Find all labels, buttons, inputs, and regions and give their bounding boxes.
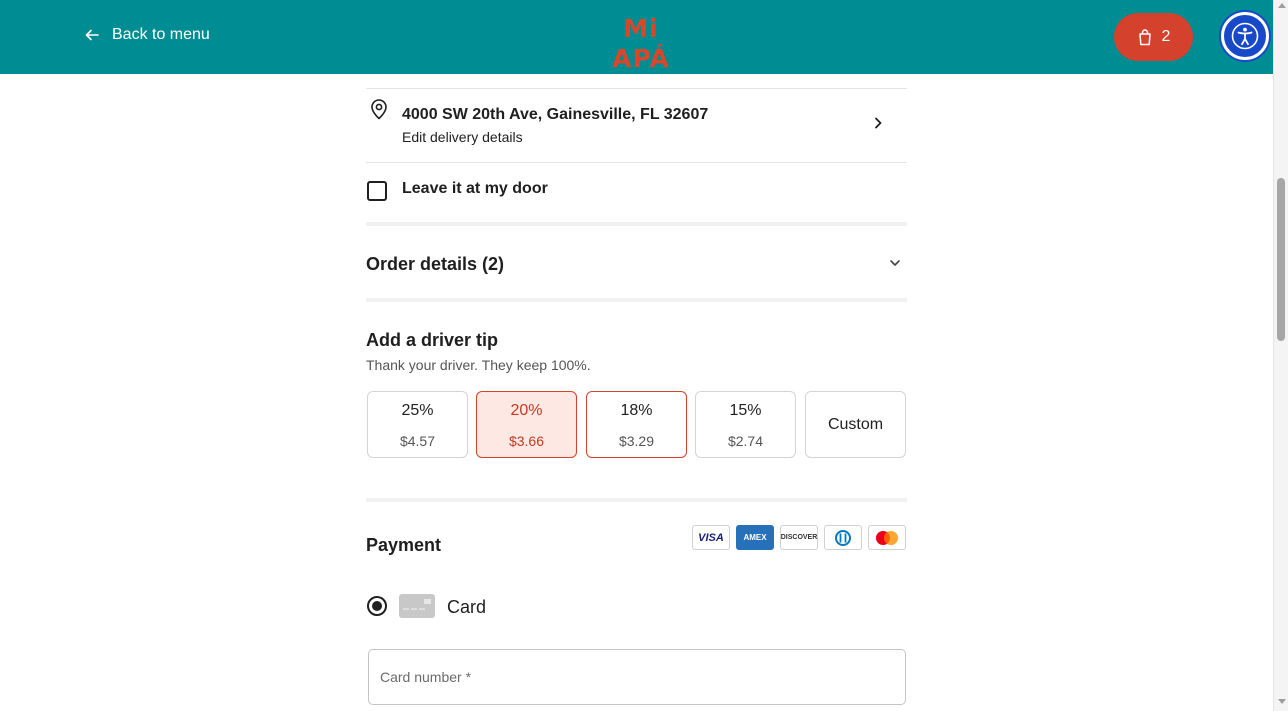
tip-percent: 18% [620, 402, 653, 419]
section-divider [366, 498, 907, 502]
payment-title: Payment [366, 535, 442, 555]
tip-option-custom[interactable]: Custom [805, 391, 906, 458]
cart-count: 2 [1161, 28, 1171, 45]
restaurant-logo[interactable]: Mi APÁ Latin CAFE [598, 14, 684, 84]
card-payment-label[interactable]: Card [447, 597, 486, 618]
tip-option-15[interactable]: 15% $2.74 [695, 391, 796, 458]
page-scrollbar[interactable] [1273, 0, 1288, 711]
tip-amount: $4.57 [399, 433, 436, 449]
scroll-down-arrow[interactable] [1278, 699, 1286, 704]
tip-custom-label: Custom [827, 416, 884, 433]
edit-delivery-details[interactable]: Edit delivery details [402, 129, 523, 145]
location-pin-icon [371, 99, 387, 120]
visa-logo: VISA [692, 525, 730, 550]
accepted-cards: VISA AMEX DISCOVER [692, 525, 906, 550]
arrow-left-icon [85, 29, 99, 41]
discover-logo: DISCOVER [780, 525, 818, 550]
delivery-address-row[interactable]: 4000 SW 20th Ave, Gainesville, FL 32607 … [366, 89, 907, 149]
tip-amount: $3.29 [618, 433, 655, 449]
logo-main-text: Mi APÁ [612, 14, 670, 73]
back-to-menu-label: Back to menu [112, 26, 210, 43]
tip-percent: 25% [401, 402, 434, 419]
divider [366, 162, 907, 163]
accessibility-icon [1231, 22, 1259, 50]
mastercard-logo [868, 525, 906, 550]
section-divider [366, 222, 907, 226]
chevron-right-icon [875, 117, 882, 129]
tip-option-20[interactable]: 20% $3.66 [476, 391, 577, 458]
top-header: Back to menu Mi APÁ Latin CAFE 2 [0, 0, 1273, 84]
scroll-thumb[interactable] [1277, 178, 1285, 341]
cart-button[interactable]: 2 [1114, 13, 1193, 61]
tip-amount: $2.74 [727, 433, 764, 449]
shopping-bag-icon [1138, 28, 1151, 45]
leave-at-door-checkbox[interactable] [367, 181, 387, 201]
scroll-up-arrow[interactable] [1278, 3, 1286, 8]
order-details-toggle[interactable]: Order details (2) [366, 254, 504, 275]
chevron-down-icon[interactable] [888, 257, 902, 269]
tip-percent: 15% [729, 402, 762, 419]
logo-sub-text: Latin CAFE [617, 74, 665, 84]
delivery-address: 4000 SW 20th Ave, Gainesville, FL 32607 [402, 106, 709, 123]
back-to-menu-link[interactable]: Back to menu [84, 26, 210, 44]
tip-option-18[interactable]: 18% $3.29 [586, 391, 687, 458]
tip-percent: 20% [510, 402, 543, 419]
credit-card-icon [399, 594, 435, 618]
section-divider [366, 298, 907, 302]
card-payment-radio[interactable] [367, 596, 387, 616]
accessibility-button[interactable] [1221, 12, 1269, 60]
diners-club-logo [824, 525, 862, 550]
card-number-input[interactable] [368, 649, 906, 705]
tip-amount: $3.66 [508, 433, 545, 449]
tip-section-subtitle: Thank your driver. They keep 100%. [366, 357, 591, 373]
tip-option-25[interactable]: 25% $4.57 [367, 391, 468, 458]
tip-section-title: Add a driver tip [366, 330, 499, 350]
amex-logo: AMEX [736, 525, 774, 550]
leave-at-door-label[interactable]: Leave it at my door [402, 180, 548, 198]
